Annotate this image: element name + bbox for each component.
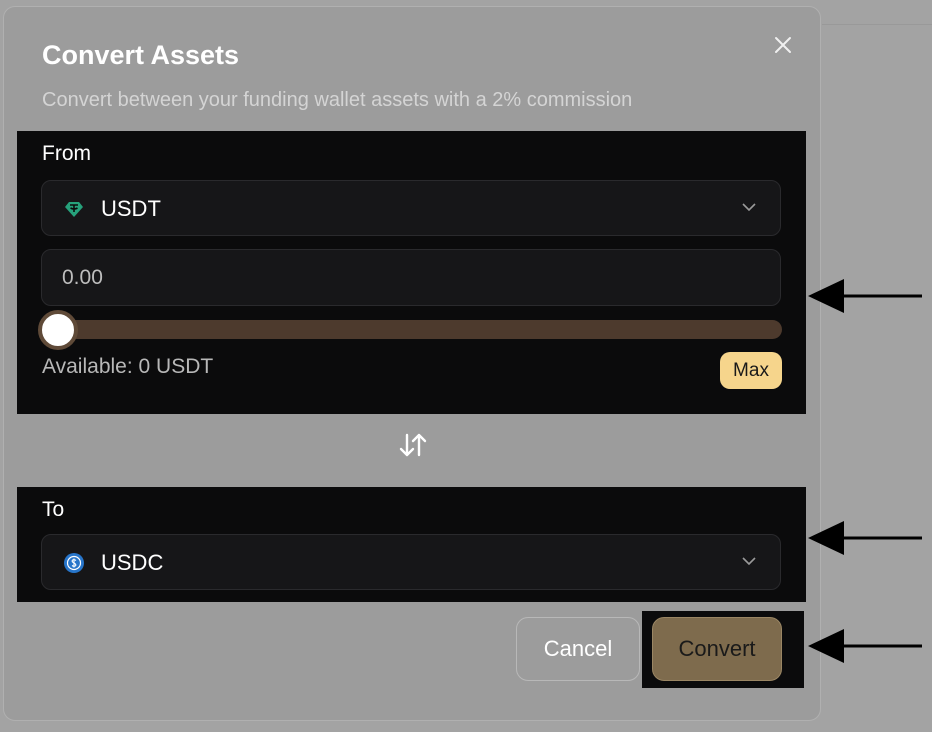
amount-input[interactable]: 0.00 (41, 249, 781, 306)
max-button[interactable]: Max (720, 352, 782, 389)
to-asset-select[interactable]: USDC (41, 534, 781, 590)
annotation-arrow-icon (808, 279, 922, 313)
convert-button[interactable]: Convert (652, 617, 782, 681)
to-label: To (42, 498, 65, 521)
background-divider (822, 24, 932, 25)
to-asset-name: USDC (101, 550, 164, 575)
from-label: From (42, 142, 91, 165)
from-asset-name: USDT (101, 196, 161, 221)
amount-slider-track[interactable] (41, 320, 782, 339)
chevron-down-icon (740, 198, 758, 216)
dialog-subtitle: Convert between your funding wallet asse… (42, 89, 633, 111)
chevron-down-icon (740, 552, 758, 570)
to-section: To USDC (17, 487, 806, 602)
cancel-button[interactable]: Cancel (516, 617, 640, 681)
from-section: From USDT 0.00 Available: 0 USDT Max (17, 131, 806, 414)
available-balance: Available: 0 USDT (42, 355, 214, 378)
close-icon[interactable] (770, 32, 796, 58)
tether-icon (64, 199, 84, 219)
dialog-title: Convert Assets (42, 40, 240, 70)
annotation-arrow-icon (808, 521, 922, 555)
annotation-arrow-icon (808, 629, 922, 663)
usdc-icon (64, 553, 84, 573)
swap-arrows-icon[interactable] (396, 428, 430, 462)
amount-slider-thumb[interactable] (38, 310, 78, 350)
from-asset-select[interactable]: USDT (41, 180, 781, 236)
